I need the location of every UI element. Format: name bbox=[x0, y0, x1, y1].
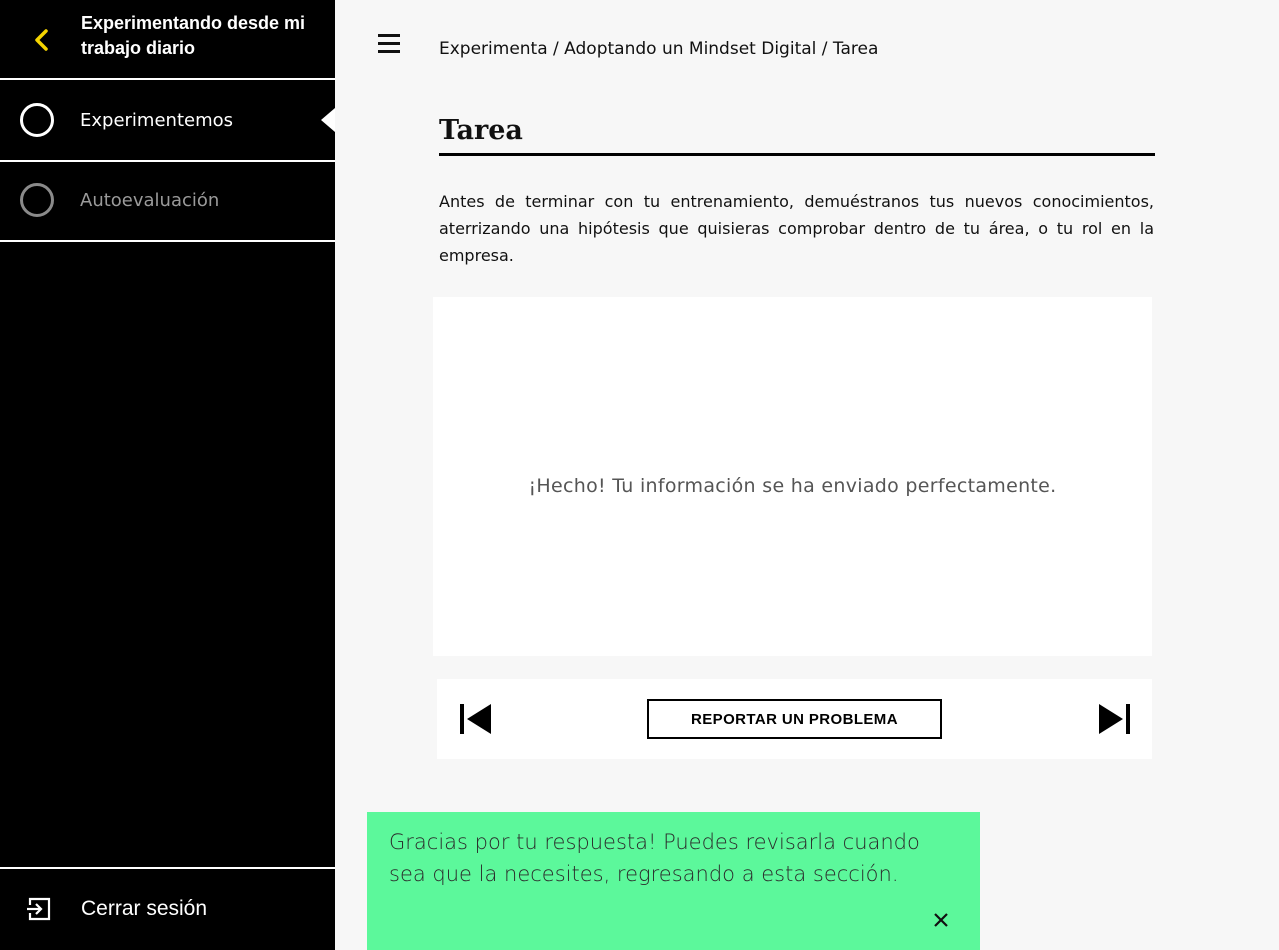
sidebar-item-autoevaluacion[interactable]: Autoevaluación bbox=[0, 162, 335, 242]
lesson-navigation: REPORTAR UN PROBLEMA bbox=[437, 679, 1152, 759]
skip-previous-icon[interactable] bbox=[459, 702, 493, 736]
course-title: Experimentando desde mi trabajo diario bbox=[81, 13, 306, 58]
skip-next-icon[interactable] bbox=[1097, 702, 1131, 736]
report-problem-button[interactable]: REPORTAR UN PROBLEMA bbox=[647, 699, 942, 739]
close-icon[interactable] bbox=[932, 911, 950, 929]
task-description: Antes de terminar con tu entrenamiento, … bbox=[439, 192, 1154, 265]
embedded-form: ¡Hecho! Tu información se ha enviado per… bbox=[433, 297, 1152, 656]
hamburger-icon[interactable] bbox=[378, 34, 400, 56]
sidebar: Experimentando desde mi trabajo diario E… bbox=[0, 0, 335, 950]
sidebar-item-label: Experimentemos bbox=[80, 110, 233, 131]
sidebar-item-experimentemos[interactable]: Experimentemos bbox=[0, 82, 335, 162]
toast-message: Gracias por tu respuesta! Puedes revisar… bbox=[389, 830, 920, 886]
form-success-message: ¡Hecho! Tu información se ha enviado per… bbox=[528, 475, 1057, 497]
success-toast: Gracias por tu respuesta! Puedes revisar… bbox=[367, 812, 980, 950]
logout-button[interactable]: Cerrar sesión bbox=[0, 867, 335, 950]
sidebar-item-label: Autoevaluación bbox=[80, 190, 220, 211]
logout-label: Cerrar sesión bbox=[81, 897, 208, 920]
page-title: Tarea bbox=[439, 114, 1155, 156]
progress-circle-icon bbox=[20, 103, 54, 137]
sidebar-header: Experimentando desde mi trabajo diario bbox=[0, 0, 335, 80]
active-indicator-icon bbox=[321, 108, 335, 132]
breadcrumb: Experimenta / Adoptando un Mindset Digit… bbox=[439, 39, 879, 59]
progress-circle-icon bbox=[20, 183, 54, 217]
logout-icon bbox=[27, 897, 51, 921]
chevron-left-icon[interactable] bbox=[30, 26, 54, 54]
